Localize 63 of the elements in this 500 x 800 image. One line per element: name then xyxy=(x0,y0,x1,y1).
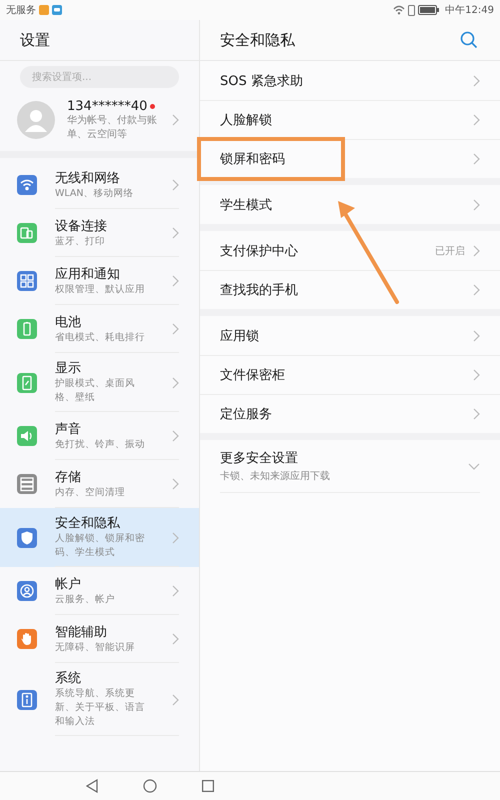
row-label: 定位服务 xyxy=(220,406,273,423)
menu-item[interactable]: 存储 内存、空间清理 xyxy=(0,460,199,508)
menu-item[interactable]: 安全和隐私 人脸解锁、锁屏和密码、学生模式 xyxy=(0,508,199,567)
row-label: 文件保密柜 xyxy=(220,367,286,384)
menu-item-title: 设备连接 xyxy=(55,218,108,234)
menu-item-subtitle: 护眼模式、桌面风格、壁纸 xyxy=(55,377,136,405)
menu-item[interactable]: 电池 省电模式、耗电排行 xyxy=(0,305,199,353)
menu-item-title: 显示 xyxy=(55,360,82,377)
row-label: 查找我的手机 xyxy=(220,282,299,299)
menu-item[interactable]: 应用和通知 权限管理、默认应用 xyxy=(0,257,199,305)
menu-item-subtitle: 云服务、帐户 xyxy=(55,592,116,606)
search-field[interactable]: 搜索设置项... xyxy=(20,66,179,88)
carrier-text: 无服务 xyxy=(6,4,36,17)
menu-item-title: 声音 xyxy=(55,420,82,438)
row-label: 锁屏和密码 xyxy=(220,151,286,168)
page-title: 安全和隐私 xyxy=(220,30,295,50)
menu-item-subtitle: 省电模式、耗电排行 xyxy=(55,330,146,344)
menu-item-subtitle: 蓝牙、打印 xyxy=(55,234,106,248)
row-label: 人脸解锁 xyxy=(220,112,273,129)
menu-item-subtitle: 人脸解锁、锁屏和密码、学生模式 xyxy=(55,532,146,560)
menu-item-title: 无线和网络 xyxy=(55,170,121,186)
settings-row[interactable]: 定位服务 xyxy=(200,394,500,433)
row-subtitle: 卡锁、未知来源应用下载 xyxy=(220,470,331,483)
menu-item-subtitle: 无障碍、智能识屏 xyxy=(55,640,136,654)
menu-item-title: 应用和通知 xyxy=(55,266,121,282)
settings-row[interactable]: 人脸解锁 xyxy=(200,100,500,139)
menu-item-title: 帐户 xyxy=(55,576,82,592)
row-label: 学生模式 xyxy=(220,196,273,214)
menu-item-subtitle: 权限管理、默认应用 xyxy=(55,282,146,296)
menu-item-subtitle: 内存、空间清理 xyxy=(55,486,126,500)
account-name: 134******40 xyxy=(67,98,148,114)
menu-item-subtitle: 系统导航、系统更新、关于平板、语言和输入法 xyxy=(55,687,146,729)
menu-item[interactable]: 系统 系统导航、系统更新、关于平板、语言和输入法 xyxy=(0,663,199,736)
settings-row[interactable]: 应用锁 xyxy=(200,316,500,355)
row-label: 支付保护中心 xyxy=(220,242,299,260)
account-row[interactable]: 134******40 华为帐号、付款与账单、云空间等 xyxy=(0,91,199,149)
account-subtitle: 华为帐号、付款与账单、云空间等 xyxy=(67,114,158,142)
menu-item-subtitle: WLAN、移动网络 xyxy=(55,186,135,200)
menu-item-title: 电池 xyxy=(55,314,82,330)
settings-row[interactable]: 查找我的手机 xyxy=(200,270,500,309)
settings-row[interactable]: 锁屏和密码 xyxy=(200,139,500,178)
expandable-row[interactable]: 更多安全设置 卡锁、未知来源应用下载 xyxy=(220,440,480,492)
row-label: 更多安全设置 xyxy=(220,450,299,467)
menu-item[interactable]: 无线和网络 WLAN、移动网络 xyxy=(0,161,199,209)
menu-item[interactable]: 智能辅助 无障碍、智能识屏 xyxy=(0,615,199,663)
menu-item[interactable]: 帐户 云服务、帐户 xyxy=(0,567,199,615)
status-text: 已开启 xyxy=(435,244,465,258)
settings-row[interactable]: 学生模式 xyxy=(200,185,500,224)
row-label: SOS 紧急求助 xyxy=(220,72,304,90)
menu-item-title: 系统 xyxy=(55,670,82,687)
menu-item[interactable]: 显示 护眼模式、桌面风格、壁纸 xyxy=(0,353,199,412)
menu-item[interactable]: 设备连接 蓝牙、打印 xyxy=(0,209,199,257)
settings-row[interactable]: 支付保护中心 已开启 xyxy=(200,231,500,270)
row-label: 应用锁 xyxy=(220,328,260,344)
menu-item[interactable]: 声音 免打扰、铃声、振动 xyxy=(0,412,199,460)
menu-item-title: 安全和隐私 xyxy=(55,515,121,532)
settings-row[interactable]: SOS 紧急求助 xyxy=(200,61,500,100)
settings-title: 设置 xyxy=(20,30,50,50)
clock-text: 中午12:49 xyxy=(445,4,494,17)
menu-item-subtitle: 免打扰、铃声、振动 xyxy=(55,438,146,452)
settings-row[interactable]: 文件保密柜 xyxy=(200,355,500,394)
menu-item-title: 存储 xyxy=(55,468,82,486)
menu-item-title: 智能辅助 xyxy=(55,624,108,640)
